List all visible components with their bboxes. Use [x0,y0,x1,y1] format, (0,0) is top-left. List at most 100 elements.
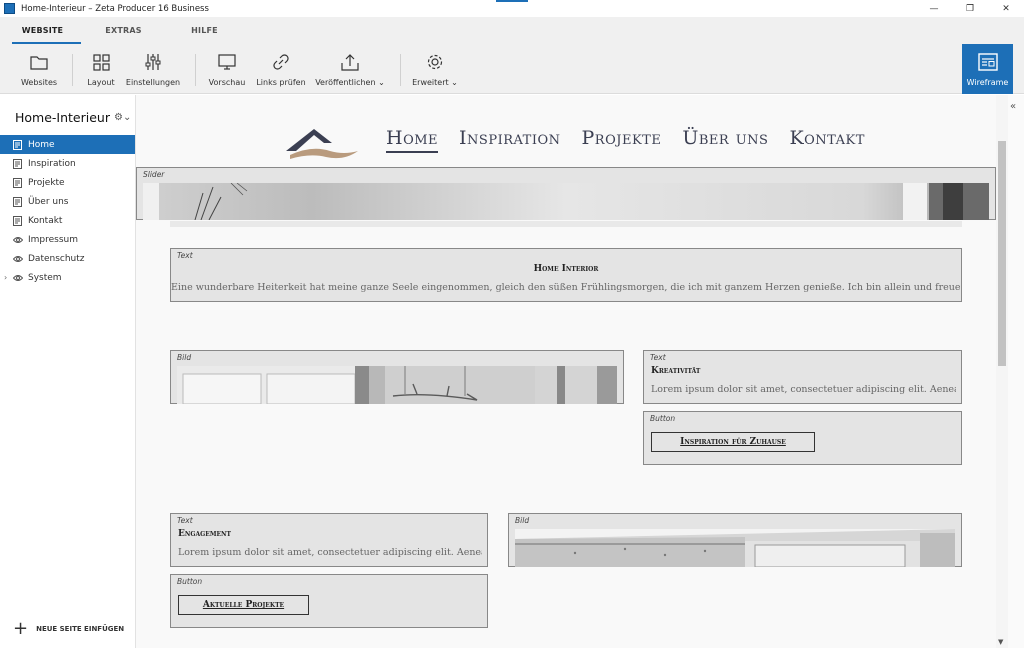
block-tag: Text [177,251,193,260]
page-item-label: System [28,272,62,283]
tab-website[interactable]: WEBSITE [4,17,81,44]
toolbar-separator [195,54,196,86]
minimize-button[interactable]: — [916,0,952,17]
text-block-kreativitaet[interactable]: Text Kreativität Lorem ipsum dolor sit a… [643,350,962,404]
eye-icon [13,273,23,283]
add-page-label: NEUE SEITE EINFÜGEN [36,625,125,633]
text-heading: Home Interior [533,264,599,274]
erweitert-button[interactable]: Erweitert ⌄ [412,44,458,94]
upload-icon [340,52,360,72]
page-icon [13,215,23,226]
page-item-label: Home [28,139,55,150]
websites-label: Websites [20,78,58,87]
text-block-home-interior[interactable]: Text Home Interior Eine wunderbare Heite… [170,248,962,302]
tab-extras[interactable]: EXTRAS [85,17,162,44]
title-bar: Home-Interieur – Zeta Producer 16 Busine… [0,0,1024,17]
plus-icon: + [13,618,29,639]
page-item-datenschutz[interactable]: Datenschutz [0,249,135,268]
site-nav-inspiration[interactable]: Inspiration [459,127,560,153]
gear-icon [425,52,445,72]
veroeffentlichen-label: Veröffentlichen ⌄ [315,78,385,87]
page-icon [13,158,23,169]
interior-image [515,529,955,567]
collapse-panel-icon[interactable]: « [1010,101,1016,112]
links-pruefen-button[interactable]: Links prüfen [256,44,306,94]
sliders-icon [143,52,163,72]
page-item-inspiration[interactable]: Inspiration [0,154,135,173]
page-canvas: Home Inspiration Projekte Über uns Konta… [136,95,996,648]
block-tag: Button [650,414,676,423]
site-nav-projekte[interactable]: Projekte [582,127,662,153]
close-button[interactable]: ✕ [988,0,1024,17]
page-item-projekte[interactable]: Projekte [0,173,135,192]
scroll-down-icon[interactable]: ▼ [998,638,1003,646]
site-nav-kontakt[interactable]: Kontakt [789,127,864,153]
page-item-label: Über uns [28,196,69,207]
vorschau-button[interactable]: Vorschau [208,44,246,94]
site-nav-ueber-uns[interactable]: Über uns [682,127,768,153]
ribbon-tabs: WEBSITE EXTRAS HILFE [0,17,1024,44]
add-page-button[interactable]: + NEUE SEITE EINFÜGEN [13,618,125,639]
image-block[interactable]: Bild [170,350,624,404]
page-item-system[interactable]: › System [0,268,135,287]
aktuelle-projekte-button[interactable]: Aktuelle Projekte [178,595,309,615]
right-panel-strip [1008,95,1024,648]
page-tree-sidebar: Home-Interieur ⚙⌄ Home Inspiration Proje… [0,95,136,648]
page-item-label: Projekte [28,177,65,188]
inspiration-fuer-zuhause-button[interactable]: Inspiration für Zuhause [651,432,815,452]
button-block-projekte[interactable]: Button Aktuelle Projekte [170,574,488,628]
scrollbar-thumb[interactable] [998,141,1006,366]
app-icon [4,3,15,14]
chevron-right-icon[interactable]: › [4,273,7,282]
page-item-label: Inspiration [28,158,76,169]
layout-label: Layout [87,78,115,87]
links-pruefen-label: Links prüfen [256,78,306,87]
link-icon [271,52,291,72]
block-tag: Bild [515,516,530,525]
block-tag: Text [177,516,193,525]
block-tag: Text [650,353,666,362]
button-block-inspiration[interactable]: Button Inspiration für Zuhause [643,411,962,465]
eye-icon [13,235,23,245]
page-icon [13,196,23,207]
block-tag: Button [177,577,203,586]
text-block-engagement[interactable]: Text Engagement Lorem ipsum dolor sit am… [170,513,488,567]
vorschau-label: Vorschau [208,78,246,87]
page-item-impressum[interactable]: Impressum [0,230,135,249]
grid-icon [91,52,111,72]
toolbar-separator [400,54,401,86]
page-item-label: Impressum [28,234,79,245]
page-icon [13,177,23,188]
site-settings-gear-icon[interactable]: ⚙⌄ [114,112,131,123]
toolbar-separator [72,54,73,86]
layout-button[interactable]: Layout [84,44,118,94]
site-logo [286,129,358,159]
einstellungen-button[interactable]: Einstellungen [126,44,180,94]
wireframe-button[interactable]: Wireframe [962,44,1013,94]
site-nav-home[interactable]: Home [386,127,439,153]
interior-image [177,366,617,404]
page-item-label: Datenschutz [28,253,85,264]
eye-icon [13,254,23,264]
slider-block[interactable]: Slider [136,167,996,220]
veroeffentlichen-button[interactable]: Veröffentlichen ⌄ [315,44,385,94]
page-item-ueber-uns[interactable]: Über uns [0,192,135,211]
image-block[interactable]: Bild [508,513,962,567]
site-navigation: Home Inspiration Projekte Über uns Konta… [386,127,886,153]
slider-image [143,183,989,220]
websites-button[interactable]: Websites [18,44,60,94]
text-body: Lorem ipsum dolor sit amet, consectetuer… [178,547,482,558]
canvas-scrollbar[interactable]: ▼ [996,95,1008,648]
tab-hilfe[interactable]: HILFE [166,17,243,44]
text-heading: Kreativität [651,366,701,376]
erweitert-label: Erweitert ⌄ [412,78,458,87]
page-item-home[interactable]: Home [0,135,135,154]
page-item-kontakt[interactable]: Kontakt [0,211,135,230]
wireframe-label: Wireframe [966,78,1009,87]
page-item-label: Kontakt [28,215,63,226]
wireframe-icon [977,53,998,71]
page-tree: Home Inspiration Projekte Über uns Konta… [0,135,135,287]
text-heading: Engagement [178,529,231,539]
slider-shadow [170,221,962,227]
maximize-button[interactable]: ❐ [952,0,988,17]
